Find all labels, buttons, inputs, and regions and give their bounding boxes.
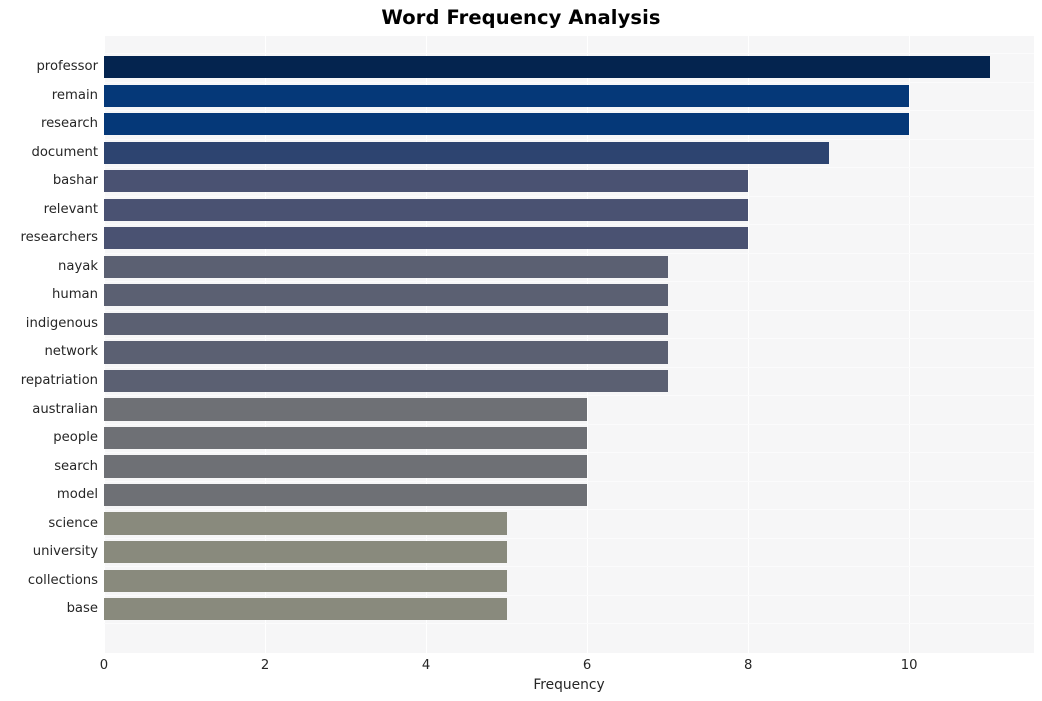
y-tick-label-australian: australian <box>32 401 98 417</box>
bar-remain[interactable] <box>104 84 910 107</box>
y-axis-tick-labels: professor remain research document bashar rel… <box>0 36 98 653</box>
bar-researchers[interactable] <box>104 227 749 250</box>
bar-bashar[interactable] <box>104 170 749 193</box>
x-axis-title: Frequency <box>533 677 605 693</box>
y-tick-label-document: document <box>31 144 98 160</box>
grid-line-horizontal <box>104 623 1034 625</box>
grid-line-horizontal <box>104 110 1034 112</box>
bar-human[interactable] <box>104 284 668 307</box>
grid-line-horizontal <box>104 452 1034 454</box>
bar-nayak[interactable] <box>104 255 668 278</box>
bar-university[interactable] <box>104 540 507 564</box>
bar-australian[interactable] <box>104 398 588 421</box>
bar-model[interactable] <box>104 483 588 507</box>
grid-line-horizontal <box>104 281 1034 283</box>
grid-line-horizontal <box>104 509 1034 511</box>
grid-line-horizontal <box>104 81 1034 83</box>
grid-line-horizontal <box>104 138 1034 140</box>
y-tick-label-relevant: relevant <box>43 201 98 217</box>
x-axis: 0 2 4 6 8 10 Frequency <box>0 653 1042 701</box>
bar-science[interactable] <box>104 512 507 535</box>
grid-line-horizontal <box>104 594 1034 596</box>
y-tick-label-bashar: bashar <box>52 173 98 189</box>
y-tick-label-repatriation: repatriation <box>20 372 98 388</box>
y-tick-label-indigenous: indigenous <box>25 315 98 331</box>
grid-line-horizontal <box>104 252 1034 254</box>
bar-professor[interactable] <box>104 56 990 79</box>
y-tick-label-science: science <box>48 515 98 531</box>
bar-base[interactable] <box>104 598 507 621</box>
y-tick-label-nayak: nayak <box>58 258 98 274</box>
bar-collections[interactable] <box>104 569 507 592</box>
grid-line-horizontal <box>104 480 1034 482</box>
x-tick-label-8: 8 <box>743 658 753 673</box>
bar-people[interactable] <box>104 426 588 450</box>
bar-relevant[interactable] <box>104 198 749 221</box>
y-tick-label-university: university <box>32 544 98 560</box>
bar-document[interactable] <box>104 141 829 164</box>
grid-line-horizontal <box>104 167 1034 169</box>
x-tick-label-6: 6 <box>582 658 592 673</box>
y-tick-label-researchers: researchers <box>20 230 98 246</box>
grid-line-horizontal <box>104 338 1034 340</box>
y-tick-label-remain: remain <box>51 87 98 103</box>
x-tick-label-0: 0 <box>99 658 109 673</box>
bar-repatriation[interactable] <box>104 369 668 393</box>
bar-research[interactable] <box>104 113 910 136</box>
bar-network[interactable] <box>104 341 668 364</box>
bar-search[interactable] <box>104 455 588 478</box>
y-tick-label-professor: professor <box>36 59 98 75</box>
y-tick-label-research: research <box>40 116 98 132</box>
chart-title: Word Frequency Analysis <box>381 6 661 29</box>
y-tick-label-network: network <box>44 344 98 360</box>
grid-line-vertical <box>909 36 911 653</box>
y-tick-label-search: search <box>54 458 98 474</box>
y-tick-label-human: human <box>51 287 98 303</box>
grid-line-horizontal <box>104 537 1034 539</box>
grid-line-horizontal <box>104 224 1034 226</box>
grid-line-horizontal <box>104 566 1034 568</box>
x-tick-label-4: 4 <box>421 658 431 673</box>
x-tick-label-10: 10 <box>900 658 918 673</box>
y-tick-label-people: people <box>53 430 98 446</box>
grid-line-horizontal <box>104 366 1034 368</box>
grid-line-horizontal <box>104 195 1034 197</box>
bar-indigenous[interactable] <box>104 312 668 335</box>
grid-line-horizontal <box>104 309 1034 311</box>
plot-area <box>104 36 1034 653</box>
grid-line-horizontal <box>104 423 1034 425</box>
y-tick-label-model: model <box>56 487 98 503</box>
grid-line-horizontal <box>104 395 1034 397</box>
word-frequency-chart: Word Frequency Analysis professor remain r… <box>0 0 1042 701</box>
x-tick-label-2: 2 <box>260 658 270 673</box>
grid-line-horizontal <box>104 53 1034 55</box>
y-tick-label-base: base <box>66 601 98 617</box>
y-tick-label-collections: collections <box>27 572 98 588</box>
